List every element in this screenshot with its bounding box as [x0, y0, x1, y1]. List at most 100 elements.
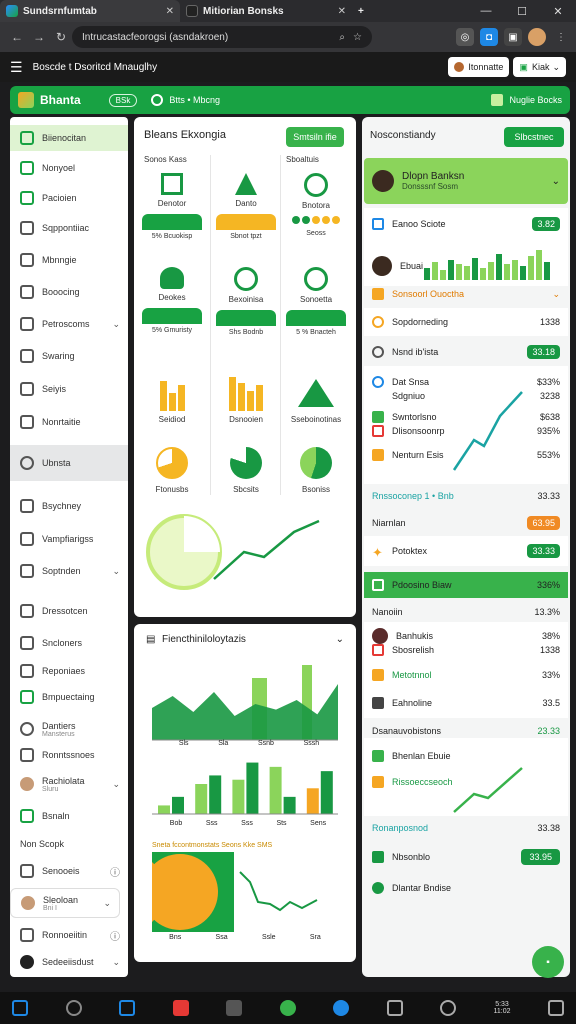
right-row[interactable]: Rnssoconep 1 • Bnb 33.33	[364, 484, 568, 508]
right-row[interactable]: Sopdorneding 1338	[364, 310, 568, 334]
right-row[interactable]: Pdoosino Biaw 336%	[364, 573, 568, 597]
sidebar-item[interactable]: Bsychney	[10, 493, 128, 519]
header-button[interactable]: Itonnatte	[448, 57, 510, 77]
sidebar-item[interactable]: Sncloners	[10, 630, 128, 656]
right-row[interactable]: Nbsonblo 33.95	[364, 845, 568, 869]
metric-cell[interactable]: Sseboinotinas	[286, 375, 346, 424]
sidebar-item[interactable]: Booocing	[10, 279, 128, 305]
right-row[interactable]: Eanoo Sciote 3.82	[364, 212, 568, 236]
sidebar-item[interactable]: Sleoloan Bni I ⌄	[10, 888, 120, 918]
app-icon[interactable]	[172, 1000, 189, 1016]
sidebar-item[interactable]: Nonrtaitie	[10, 409, 128, 435]
sidebar-item[interactable]: Ubnsta	[10, 445, 128, 481]
extension-icon[interactable]: ◎	[456, 28, 474, 46]
right-row[interactable]: ✦ Potoktex 33.33	[364, 539, 568, 563]
forward-icon[interactable]: →	[28, 30, 50, 44]
close-tab-icon[interactable]: ✕	[166, 6, 174, 17]
sidebar-item[interactable]: Soptnden ⌄	[10, 558, 128, 584]
metric-cell[interactable]: Danto Sbnot tpzt	[216, 173, 276, 240]
metric-cell[interactable]: Bsoniss	[286, 447, 346, 494]
right-row[interactable]: Sbosrelish 1338	[364, 638, 568, 662]
sidebar-item[interactable]: Biienocitan	[10, 125, 128, 151]
app-icon[interactable]	[386, 1000, 403, 1016]
browser-tab[interactable]: Sundsrnfumtab ✕	[0, 0, 180, 22]
url-field[interactable]: Intrucastacfeorogsi (asndakroen) ⌕ ☆	[72, 26, 372, 48]
hamburger-menu-icon[interactable]: ☰	[10, 59, 23, 76]
metric-cell[interactable]: Dsnooien	[216, 375, 276, 424]
sidebar-item[interactable]: Mbnngie	[10, 247, 128, 273]
sidebar-item[interactable]: Dressotcen	[10, 598, 128, 624]
right-row[interactable]: Nanoiin 13.3%	[364, 600, 568, 624]
right-row[interactable]: Metotnnol 33%	[364, 663, 568, 687]
browser-tab[interactable]: Mitiorian Bonsks ✕	[180, 0, 352, 22]
sidebar-item[interactable]: Sedeeiisdust ⌄	[10, 949, 128, 975]
app-icon[interactable]	[279, 1000, 296, 1016]
bar	[232, 779, 245, 814]
maximize-icon[interactable]: ☐	[504, 5, 540, 18]
metric-cell[interactable]: Seidiod	[142, 375, 202, 424]
sidebar-item[interactable]: Bmpuectaing	[10, 684, 128, 710]
brand-menu[interactable]: Btts • Mbcng	[169, 95, 220, 105]
browser-menu-icon[interactable]: ⋮	[552, 28, 570, 46]
right-row[interactable]: Dlantar Bndise	[364, 876, 568, 900]
notifications-icon[interactable]	[548, 1000, 564, 1016]
sidebar-item[interactable]: Rachiolata Sluru ⌄	[10, 769, 128, 799]
bookmark-star-icon[interactable]: ☆	[353, 32, 362, 43]
sidebar-item[interactable]: Vampfiarigss	[10, 526, 128, 552]
back-icon[interactable]: ←	[6, 30, 28, 44]
header-button[interactable]: ▣ Kiak ⌄	[513, 57, 566, 77]
search-icon[interactable]	[65, 1000, 82, 1016]
close-tab-icon[interactable]: ✕	[338, 6, 346, 17]
right-row[interactable]: Niarnlan 63.95	[364, 511, 568, 535]
brand-pill[interactable]: BSk	[108, 93, 138, 107]
home-icon[interactable]	[119, 1000, 135, 1016]
profile-avatar[interactable]	[528, 28, 546, 46]
metric-cell[interactable]: Ftonusbs	[142, 447, 202, 494]
settings-icon[interactable]	[440, 1000, 456, 1016]
search-icon[interactable]: ⌕	[339, 32, 345, 43]
check-icon	[372, 750, 384, 762]
right-panel-button[interactable]: Slbcstnec	[504, 127, 564, 147]
summary-graphic	[146, 514, 320, 590]
metric-cell[interactable]: Denotor 5% Bcuokisp	[142, 173, 202, 240]
metric-cell[interactable]: Sbcsits	[216, 447, 276, 494]
tick-label: Ssa	[215, 934, 228, 941]
sidebar-item[interactable]: Ronntssnoes	[10, 742, 128, 768]
sidebar-item[interactable]: Ronnoeiitin ⓘ	[10, 922, 128, 948]
sidebar-item[interactable]: Reponiaes	[10, 658, 128, 684]
document-icon	[20, 161, 34, 175]
right-row[interactable]: Ebuai	[364, 250, 568, 280]
minimize-icon[interactable]: —	[468, 5, 504, 18]
app-icon[interactable]	[333, 1000, 349, 1016]
metric-cell[interactable]: Deokes 5% Gmuristy	[142, 267, 202, 334]
right-row[interactable]: Eahnoline 33.5	[364, 691, 568, 715]
start-icon[interactable]	[12, 1000, 28, 1016]
right-row[interactable]: Nsnd ib'ista 33.18	[364, 340, 568, 364]
metric-cell[interactable]: Bexoinisa Shs Bodnb	[216, 267, 276, 336]
sidebar-item[interactable]: Petroscoms ⌄	[10, 311, 128, 337]
app-icon[interactable]	[226, 1000, 242, 1016]
sidebar-item[interactable]: Sqppontiiac	[10, 215, 128, 241]
right-row[interactable]: Ronanposnod 33.38	[364, 816, 568, 840]
sidebar-item[interactable]: Swaring	[10, 343, 128, 369]
sidebar-item[interactable]: Pacioien	[10, 185, 128, 211]
reload-icon[interactable]: ↻	[50, 30, 72, 44]
right-row[interactable]: Sonsoorl Ouoctha ⌄	[364, 282, 568, 306]
profile-card[interactable]: Dlopn Banksn Donsssnf Sosm ⌄	[364, 158, 568, 204]
sidebar-item[interactable]: Seiyis	[10, 376, 128, 402]
close-window-icon[interactable]: ✕	[540, 5, 576, 18]
panel-action-button[interactable]: Smtsiln ifie	[286, 127, 344, 147]
sidebar-item[interactable]: Nonyoel	[10, 155, 128, 181]
brand-right-link[interactable]: Nuglie Bocks	[509, 95, 562, 105]
extension-icon[interactable]: ▣	[504, 28, 522, 46]
sidebar-item[interactable]: Bsnaln	[10, 803, 128, 829]
new-tab-button[interactable]: +	[352, 0, 372, 22]
sidebar-item[interactable]: Dantiers Mansterus	[10, 714, 128, 744]
fab-button[interactable]: ▪	[532, 946, 564, 978]
extension-icon[interactable]: ◘	[480, 28, 498, 46]
sidebar-item[interactable]: Non Scopk	[10, 831, 128, 857]
metric-cell[interactable]: Sonoetta 5 % Bnacteh	[286, 267, 346, 336]
metric-cell[interactable]: Bnotora Seoss	[286, 173, 346, 237]
sidebar-item[interactable]: Senooeis ⓘ	[10, 858, 128, 884]
chevron-down-icon[interactable]: ⌄	[336, 634, 344, 645]
